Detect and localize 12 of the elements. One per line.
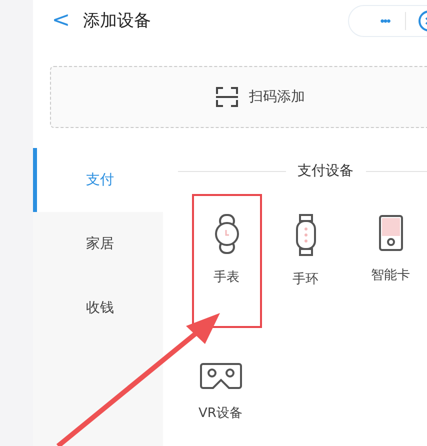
section-title: 支付设备	[298, 162, 354, 180]
vr-headset-icon	[198, 362, 242, 390]
device-item[interactable]: 手环	[290, 194, 320, 288]
page-title: 添加设备	[83, 10, 151, 32]
device-item[interactable]: 智能卡	[369, 194, 412, 284]
fitness-band-icon	[294, 214, 318, 256]
device-item[interactable]: VR设备	[196, 342, 244, 422]
scan-add-button[interactable]: 扫码添加	[50, 66, 427, 128]
card-icon	[378, 214, 404, 252]
watch-icon	[212, 214, 240, 254]
scan-icon	[215, 86, 239, 108]
device-item[interactable]: 手表	[192, 194, 262, 328]
